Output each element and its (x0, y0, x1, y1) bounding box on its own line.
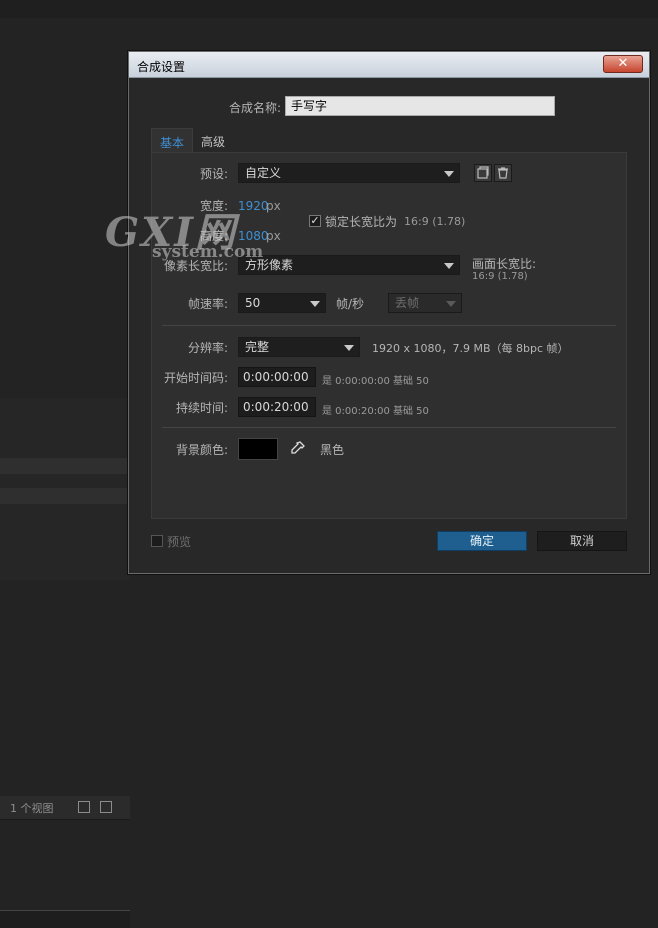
trash-icon[interactable] (494, 164, 512, 182)
cancel-button[interactable]: 取消 (537, 531, 627, 551)
frame-rate-label: 帧速率: (187, 297, 228, 311)
start-timecode-note: 是 0:00:00:00 基础 50 (322, 376, 429, 387)
layout-icon[interactable] (78, 801, 90, 813)
tab-advanced[interactable]: 高级 (193, 128, 233, 153)
bg-color-name: 黑色 (320, 443, 345, 457)
timeline-row (0, 488, 130, 504)
tab-basic[interactable]: 基本 (151, 128, 193, 153)
view-toolbar: 1 个视图 (0, 796, 130, 820)
chevron-down-icon (310, 301, 320, 307)
watermark-domain: system.com (152, 242, 264, 262)
comp-name-input[interactable]: 手写字 (285, 96, 555, 116)
view-count-dropdown[interactable]: 1 个视图 (10, 800, 54, 816)
pixel-aspect-dropdown[interactable]: 方形像素 (238, 255, 460, 275)
resolution-dropdown[interactable]: 完整 (238, 337, 360, 357)
width-value[interactable]: 1920 (238, 199, 269, 213)
dialog-body: 合成名称: 手写字 基本 高级 预设: 自定义 宽度: 1920 px ✓ 锁定… (129, 79, 649, 573)
frame-aspect-label: 画面长宽比: (472, 257, 537, 271)
chevron-down-icon (446, 301, 456, 307)
app-top-strip (0, 0, 658, 18)
lock-aspect-label: 锁定长宽比为 (325, 215, 398, 229)
lock-aspect-ratio: 16:9 (1.78) (404, 215, 466, 228)
drop-frame-value: 丢帧 (395, 296, 420, 310)
duration-note: 是 0:00:20:00 基础 50 (322, 406, 429, 417)
drop-frame-dropdown[interactable]: 丢帧 (388, 293, 462, 313)
preview-checkbox[interactable] (151, 535, 163, 547)
frame-rate-value: 50 (245, 296, 261, 310)
width-unit: px (266, 199, 281, 213)
bg-color-label: 背景颜色: (175, 443, 228, 457)
timeline-row (0, 458, 130, 474)
timeline-panel: 1 个视图 (0, 398, 130, 928)
timeline-ruler (0, 910, 130, 928)
eyedropper-icon[interactable] (288, 440, 306, 458)
duration-label: 持续时间: (175, 401, 228, 415)
ok-button[interactable]: 确定 (437, 531, 527, 551)
grid-icon[interactable] (100, 801, 112, 813)
dialog-title: 合成设置 (137, 60, 186, 74)
preset-value: 自定义 (245, 166, 282, 180)
frame-rate-unit: 帧/秒 (336, 297, 365, 311)
comp-name-label: 合成名称: (228, 101, 281, 115)
preset-label: 预设: (199, 167, 228, 181)
resolution-info: 1920 x 1080，7.9 MB（每 8bpc 帧） (372, 342, 569, 355)
frame-rate-dropdown[interactable]: 50 (238, 293, 326, 313)
chevron-down-icon (444, 263, 454, 269)
dialog-titlebar[interactable]: 合成设置 ✕ (129, 52, 649, 78)
resolution-label: 分辨率: (187, 341, 228, 355)
start-timecode-field[interactable]: 0:00:00:00 (238, 367, 316, 387)
duration-field[interactable]: 0:00:20:00 (238, 397, 316, 417)
lock-aspect-checkbox[interactable]: ✓ (309, 215, 321, 227)
start-timecode-label: 开始时间码: (163, 371, 228, 385)
watermark-logo: GXI网 system.com (105, 200, 263, 262)
bg-color-swatch[interactable] (238, 438, 278, 460)
chevron-down-icon (344, 345, 354, 351)
frame-aspect-value: 16:9 (1.78) (472, 271, 528, 282)
close-button[interactable]: ✕ (603, 55, 643, 73)
preview-label: 预览 (167, 535, 192, 549)
height-unit: px (266, 229, 281, 243)
preset-dropdown[interactable]: 自定义 (238, 163, 460, 183)
chevron-down-icon (444, 171, 454, 177)
composition-settings-dialog: 合成设置 ✕ 合成名称: 手写字 基本 高级 预设: 自定义 宽度: 1920 … (128, 51, 650, 574)
height-value[interactable]: 1080 (238, 229, 269, 243)
section-divider (162, 427, 616, 428)
save-preset-icon[interactable] (474, 164, 492, 182)
resolution-value: 完整 (245, 340, 270, 354)
section-divider (162, 325, 616, 326)
